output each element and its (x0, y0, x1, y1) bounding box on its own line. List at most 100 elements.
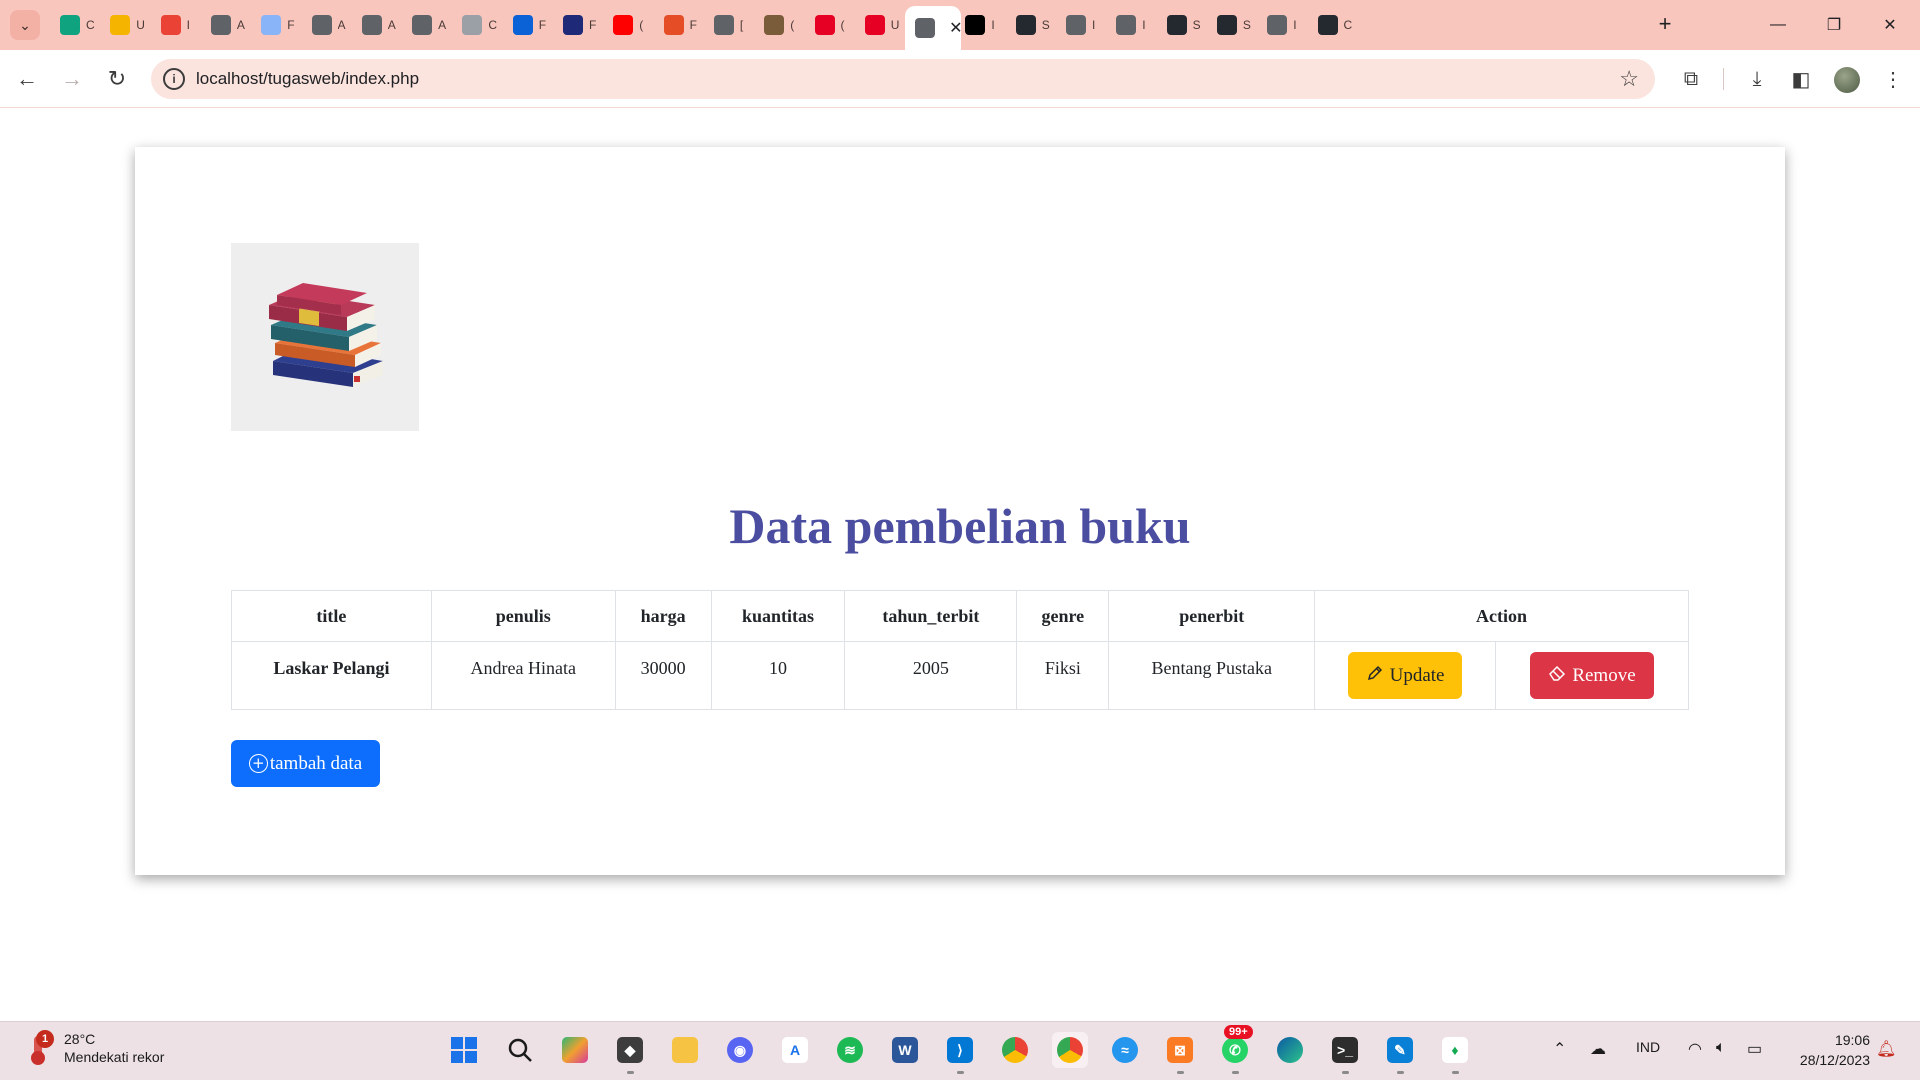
tab[interactable]: A (402, 9, 460, 41)
tab[interactable]: I (1056, 9, 1114, 41)
notification-bell-icon[interactable]: 🔔︎ (1876, 1039, 1896, 1059)
tab[interactable]: S (1006, 9, 1064, 41)
tab-title: F (287, 18, 295, 32)
taskbar-chrome[interactable] (997, 1032, 1033, 1068)
battery-icon[interactable]: ▭ (1747, 1039, 1762, 1059)
power-automate-icon (512, 15, 533, 35)
taskbar-chrome-profile[interactable] (1052, 1032, 1088, 1068)
taskbar-copilot[interactable] (557, 1032, 593, 1068)
translate-icon: A (782, 1037, 808, 1063)
tab[interactable]: I (151, 9, 209, 41)
tab[interactable]: C (1308, 9, 1366, 41)
menu-icon[interactable]: ⋮ (1877, 63, 1909, 95)
restore-button[interactable]: ❐ (1810, 8, 1858, 42)
taskbar-mongodb[interactable]: ♦ (1437, 1032, 1473, 1074)
site-info-icon[interactable]: i (163, 68, 185, 90)
tab[interactable]: S (1157, 9, 1215, 41)
globe-icon (1066, 15, 1086, 35)
tab-title: ( (840, 18, 845, 32)
side-panel-icon[interactable]: ◧ (1785, 63, 1817, 95)
header-action: Action (1314, 590, 1689, 642)
taskbar-app-cube[interactable]: ◆ (612, 1032, 648, 1074)
taskbar-docker[interactable]: ≈ (1107, 1032, 1143, 1068)
taskbar-translator[interactable]: A (777, 1032, 813, 1068)
tab[interactable]: I (955, 9, 1013, 41)
youtube-icon (613, 15, 634, 35)
taskbar-spotify[interactable]: ≋ (832, 1032, 868, 1068)
tab[interactable]: A (352, 9, 410, 41)
back-button[interactable]: ← (9, 61, 45, 97)
header-harga: harga (614, 590, 712, 642)
tab[interactable]: C (50, 9, 108, 41)
tab[interactable]: U (855, 9, 913, 41)
minimize-button[interactable]: — (1754, 8, 1802, 42)
header-kuantitas: kuantitas (710, 590, 846, 642)
weather-widget[interactable]: 1 28°C Mendekati rekor (26, 1030, 164, 1066)
tab[interactable]: ( (805, 9, 863, 41)
taskbar-vscode[interactable]: ⟩ (942, 1032, 978, 1074)
tab[interactable]: F (654, 9, 712, 41)
tab[interactable]: I (1106, 9, 1164, 41)
tab[interactable]: C (452, 9, 510, 41)
taskbar-word[interactable]: W (887, 1032, 923, 1068)
tab[interactable]: [ (704, 9, 762, 41)
cell-title: Laskar Pelangi (231, 641, 432, 710)
taskbar-file-explorer[interactable] (667, 1032, 703, 1068)
header-genre: genre (1016, 590, 1110, 642)
taskbar-paint[interactable]: ✎ (1382, 1032, 1418, 1074)
tab[interactable]: U (100, 9, 158, 41)
taskbar-discord[interactable]: ◉ (722, 1032, 758, 1068)
forward-button[interactable]: → (54, 61, 90, 97)
tab[interactable]: S (1207, 9, 1265, 41)
system-clock[interactable]: 19:06 28/12/2023 (1786, 1030, 1870, 1070)
url-text[interactable]: localhost/tugasweb/index.php (196, 69, 419, 89)
discord-icon: ◉ (727, 1037, 753, 1063)
tab[interactable]: F (503, 9, 561, 41)
tab[interactable]: /✕ (905, 6, 963, 50)
tab[interactable]: I (1257, 9, 1315, 41)
tab[interactable]: A (201, 9, 259, 41)
close-window-button[interactable]: ✕ (1866, 8, 1914, 42)
onedrive-icon[interactable]: ☁ (1590, 1039, 1606, 1059)
tab[interactable]: A (302, 9, 360, 41)
book-stack-icon (269, 283, 383, 387)
content-card: Data pembelian buku title penulis harga … (135, 147, 1785, 875)
address-bar[interactable]: i localhost/tugasweb/index.php ☆ (151, 59, 1655, 99)
taskbar-edge[interactable] (1272, 1032, 1308, 1068)
update-button[interactable]: Update (1348, 652, 1463, 699)
tab[interactable]: F (251, 9, 309, 41)
add-data-button[interactable]: + tambah data (231, 740, 380, 787)
remove-button[interactable]: Remove (1530, 652, 1654, 699)
triangle-icon (965, 15, 986, 35)
wifi-icon[interactable]: ◠ (1688, 1039, 1702, 1059)
taskbar-terminal[interactable]: >_ (1327, 1032, 1363, 1074)
avatar-icon (764, 15, 785, 35)
search-button[interactable] (502, 1032, 538, 1068)
taskbar-xampp[interactable]: ⊠ (1162, 1032, 1198, 1074)
language-indicator[interactable]: IND (1636, 1039, 1660, 1055)
plus-circle-icon: + (248, 754, 268, 773)
show-hidden-icons-chevron-icon[interactable]: ⌃ (1553, 1039, 1566, 1059)
extensions-icon[interactable]: ⧉ (1675, 63, 1707, 95)
weather-badge: 1 (36, 1030, 54, 1048)
paint-icon: ✎ (1387, 1037, 1413, 1063)
new-tab-button[interactable]: + (1650, 9, 1680, 39)
reload-button[interactable]: ↻ (99, 61, 135, 97)
tab-title: F (589, 18, 597, 32)
header-penerbit: penerbit (1108, 590, 1316, 642)
tab[interactable]: ( (603, 9, 661, 41)
volume-icon[interactable]: 🔈︎ (1716, 1039, 1726, 1057)
profile-avatar[interactable] (1834, 67, 1860, 93)
tab-search-button[interactable]: ⌄ (10, 10, 40, 40)
start-button[interactable] (446, 1032, 482, 1068)
whatsapp-notification-badge: 99+ (1224, 1025, 1253, 1039)
tab[interactable]: F (553, 9, 611, 41)
header-tahun-terbit: tahun_terbit (844, 590, 1018, 642)
tab-title: C (488, 18, 498, 32)
tab-title: F (538, 18, 547, 32)
table-header-row: title penulis harga kuantitas tahun_terb… (231, 590, 1689, 642)
downloads-icon[interactable]: ⤓ (1741, 63, 1773, 95)
bookmark-star-icon[interactable]: ☆ (1619, 66, 1639, 92)
clock-date: 28/12/2023 (1799, 1052, 1870, 1068)
tab[interactable]: ( (754, 9, 812, 41)
